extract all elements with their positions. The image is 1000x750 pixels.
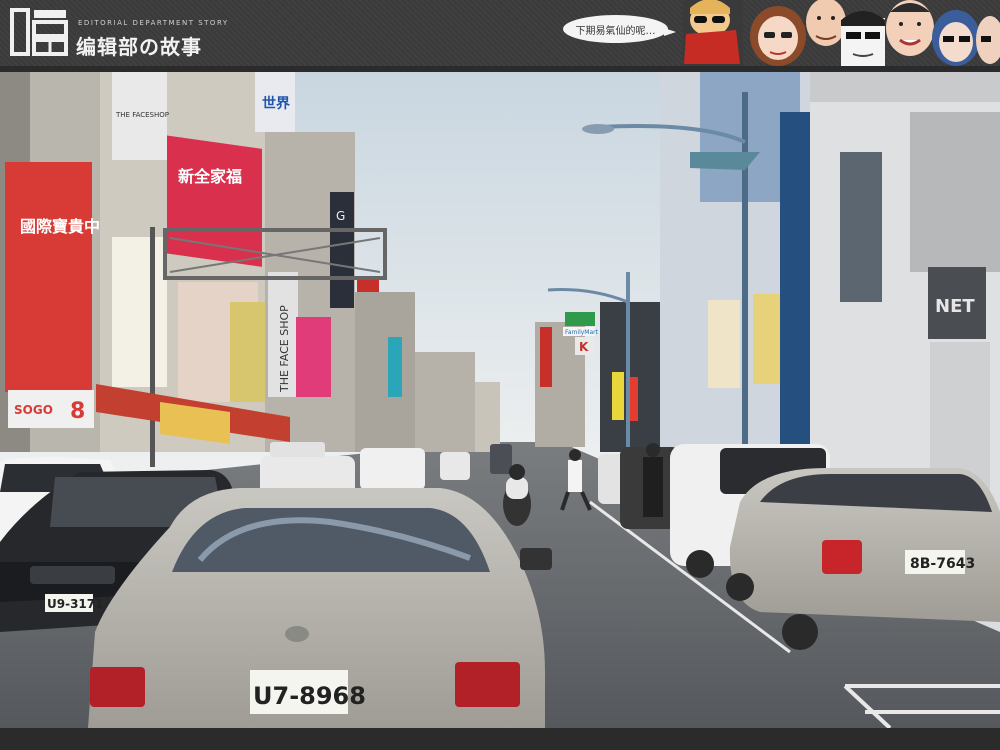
- face-icon: [976, 16, 1000, 64]
- face-icon: [806, 0, 846, 46]
- license-plate-bmw: U9-3171: [47, 597, 103, 611]
- sogo-sign: SOGO: [14, 403, 53, 417]
- face-icon: [932, 10, 980, 66]
- logo-icon[interactable]: [10, 6, 70, 58]
- license-plate-center: U7-8968: [253, 682, 366, 710]
- face-icon: [683, 0, 743, 66]
- cartoon-faces-illustration: [683, 0, 1000, 66]
- world-sign: 世界: [262, 95, 291, 112]
- speech-bubble: 下期易氣仙的呢…: [563, 15, 676, 43]
- street-photo: 國際寶貴中字 SOGO 8 THE FACESHOP 新全家福 世界 THE F…: [0, 72, 1000, 728]
- site-header: EDITORIAL DEPARTMENT STORY 编辑部の故事 下期易氣仙的…: [0, 0, 1000, 66]
- faceshop-sign: THE FACE SHOP: [278, 305, 291, 393]
- face-icon: [841, 11, 885, 66]
- face-icon: [750, 6, 806, 66]
- license-plate-right: 8B-7643: [910, 556, 975, 572]
- g-sign: G: [336, 209, 345, 223]
- k-sign: K: [579, 340, 589, 354]
- brand-title[interactable]: 编辑部の故事: [76, 31, 202, 60]
- net-sign: NET: [935, 296, 975, 317]
- familymart-sign: FamilyMart: [565, 329, 599, 336]
- sign-8: 8: [70, 399, 85, 424]
- footer-bar: [0, 735, 1000, 750]
- face-icon: [886, 0, 934, 56]
- store-sign-pink: 新全家福: [178, 167, 242, 186]
- brand-english: EDITORIAL DEPARTMENT STORY: [78, 19, 229, 27]
- street-scene-illustration: 國際寶貴中字 SOGO 8 THE FACESHOP 新全家福 世界 THE F…: [0, 72, 1000, 728]
- speech-bubble-text: 下期易氣仙的呢…: [575, 26, 656, 37]
- faceshop-small-sign: THE FACESHOP: [115, 111, 169, 119]
